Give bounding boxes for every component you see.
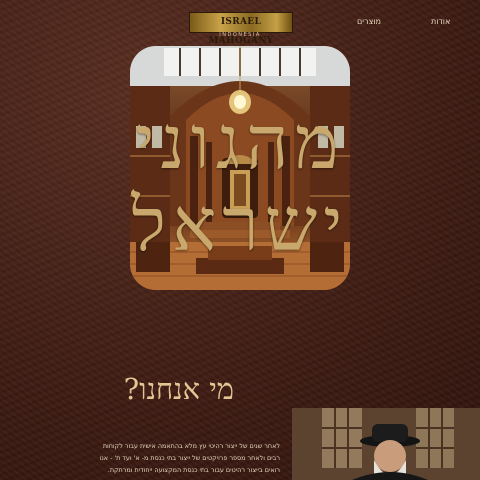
nav-link-products[interactable]: מוצרים: [357, 17, 381, 26]
hero-title: מהגוני ישראל: [118, 102, 362, 266]
brand-logo-subtitle: INDONESIA: [219, 32, 261, 38]
hero-title-line-1: מהגוני: [135, 100, 345, 186]
hero-title-line-2: ישראל: [131, 182, 349, 268]
nav-link-about[interactable]: אודות: [431, 17, 450, 26]
craftsman-portrait: [292, 408, 480, 480]
about-paragraph: לאחר שנים של ייצור רהיטי עץ מלא בהתאמה א…: [99, 442, 280, 474]
site-header: ISRAEL MAHOGANY INDONESIA מוצרים אודות: [0, 0, 480, 46]
portrait-illustration: [292, 408, 480, 480]
about-heading: מי אנחנו?: [123, 372, 234, 406]
brand-logo[interactable]: ISRAEL MAHOGANY: [189, 12, 293, 46]
